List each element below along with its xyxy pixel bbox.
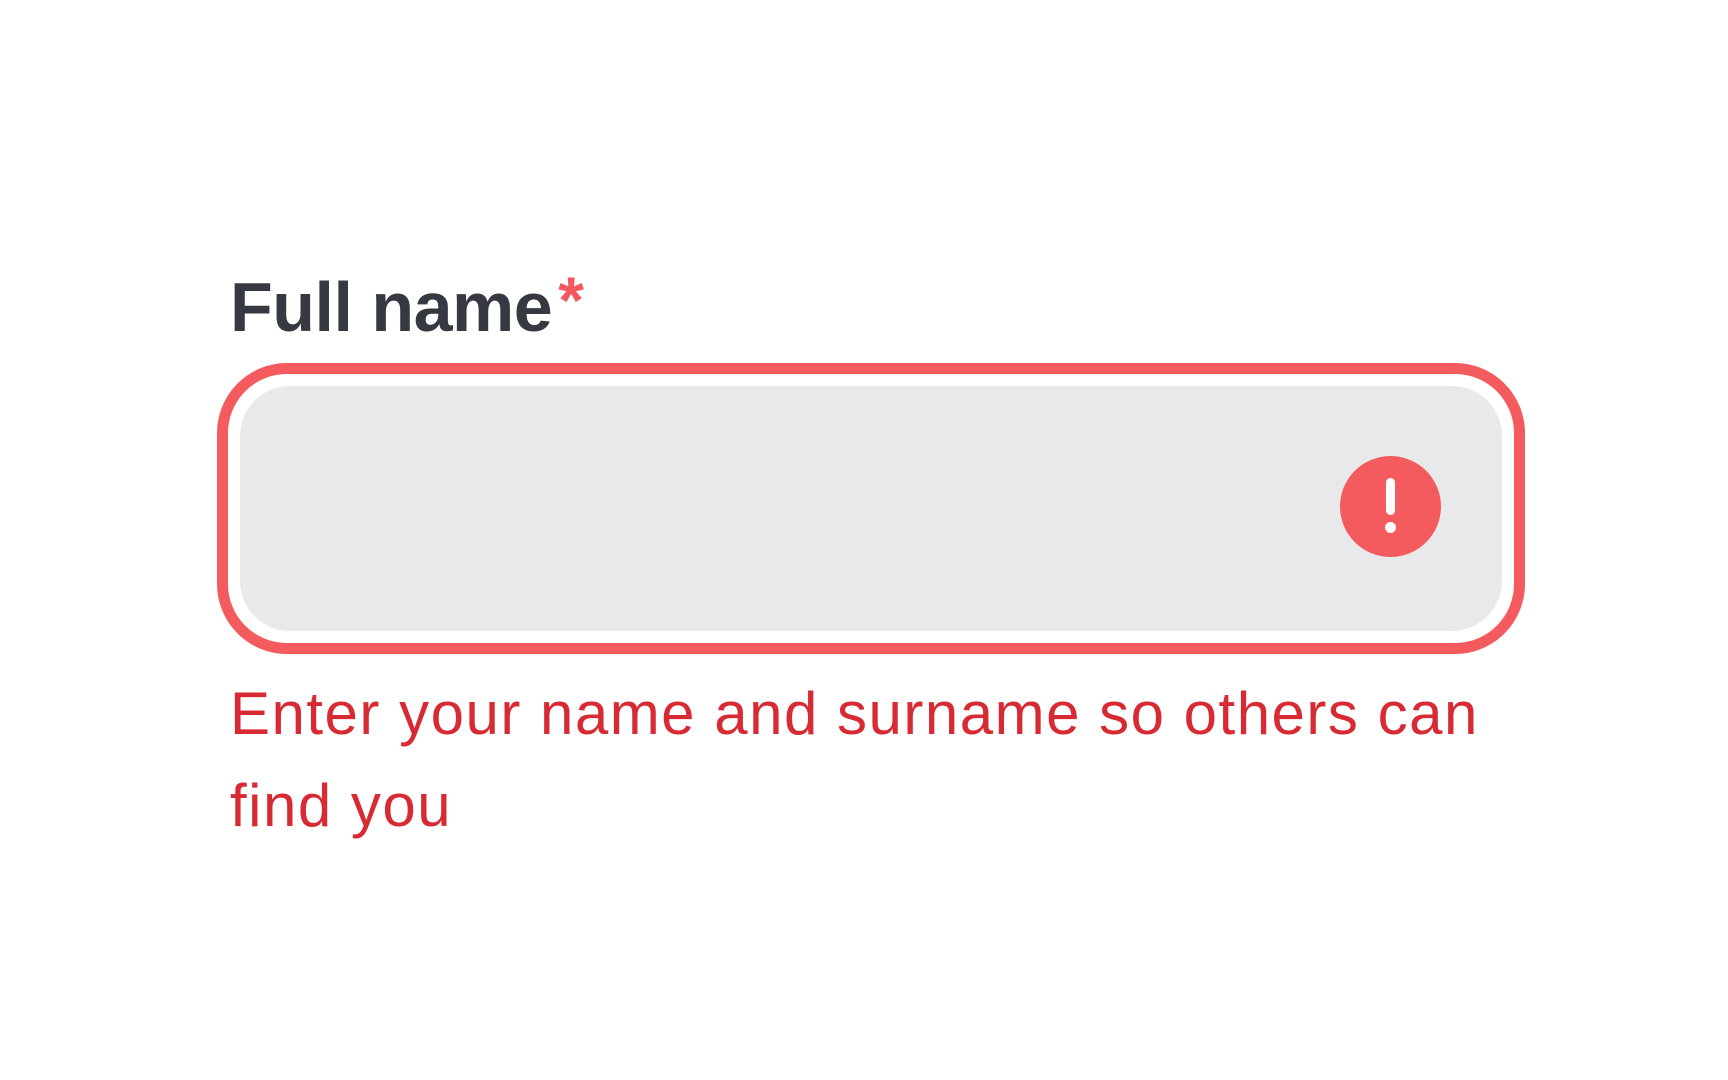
exclamation-bar [1386, 478, 1395, 515]
full-name-field: Full name* Enter your name and surname s… [217, 255, 1530, 839]
exclamation-circle-icon [1340, 456, 1441, 557]
error-message: Enter your name and surname so others ca… [230, 680, 1479, 839]
error-focus-ring [217, 363, 1525, 654]
full-name-input[interactable] [240, 386, 1502, 631]
input-container[interactable] [240, 386, 1502, 631]
field-label: Full name* [230, 255, 1530, 346]
field-label-text: Full name [230, 268, 553, 346]
exclamation-dot [1385, 522, 1396, 533]
required-asterisk: * [558, 263, 584, 337]
